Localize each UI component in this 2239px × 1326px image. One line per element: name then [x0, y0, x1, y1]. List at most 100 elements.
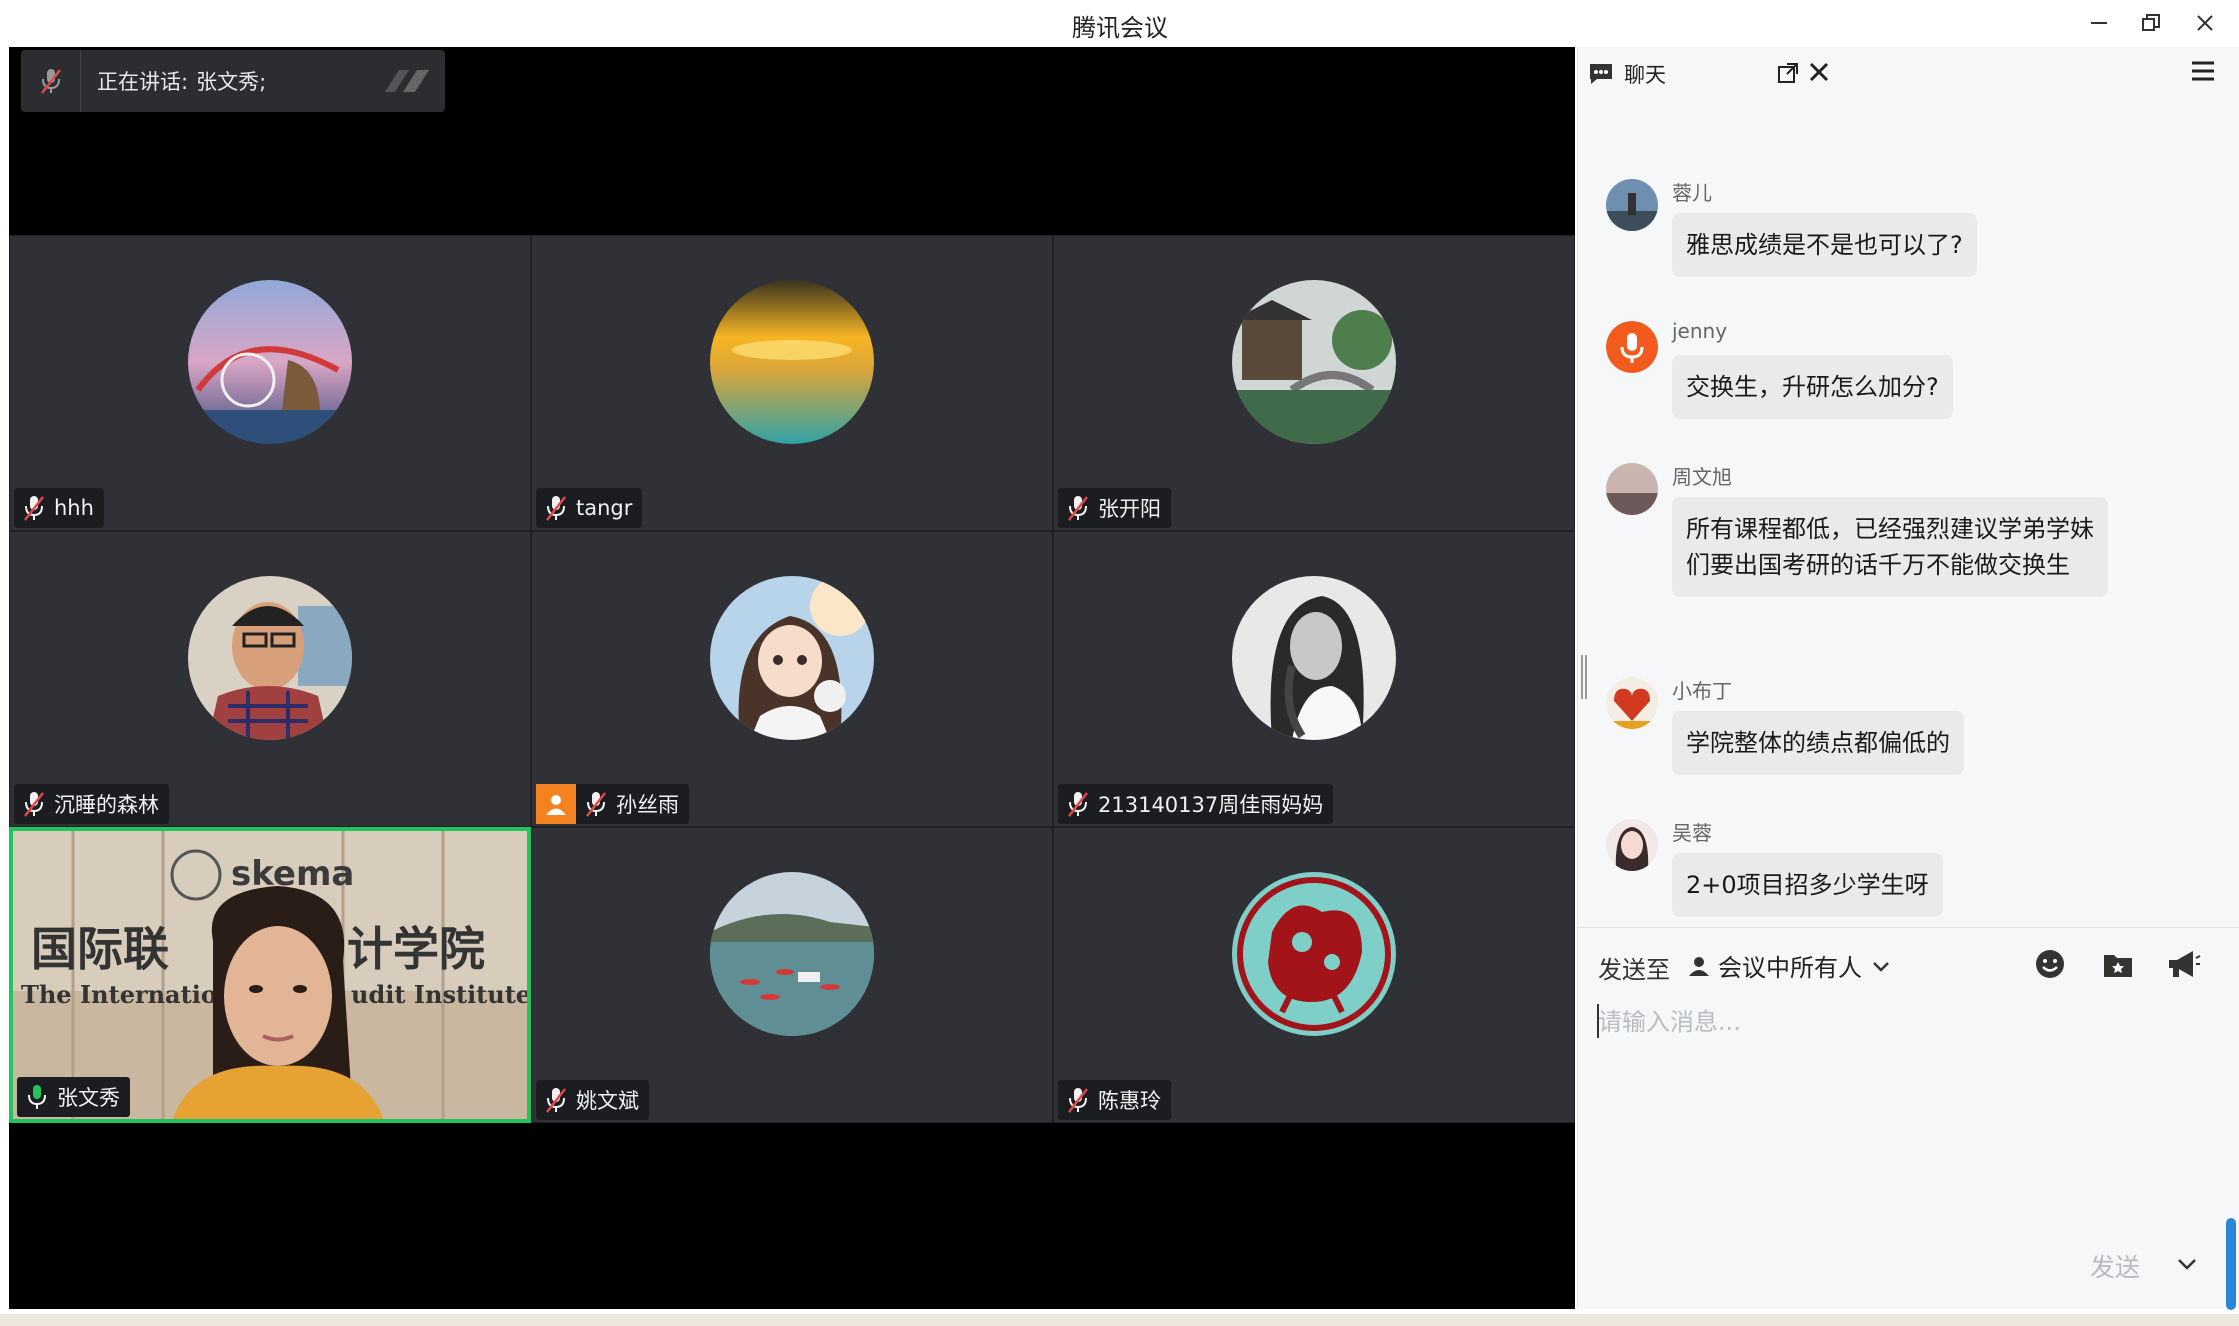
restore-icon — [2142, 14, 2160, 31]
participant-tile[interactable]: 孙丝雨 — [531, 531, 1053, 827]
message-sender: 蓉儿 — [1672, 181, 1712, 205]
participant-name: 张开阳 — [1098, 497, 1161, 521]
participant-name-tag: 张文秀 — [17, 1077, 130, 1117]
avatar — [710, 872, 874, 1036]
avatar — [1606, 179, 1658, 231]
taskbar-edge — [0, 1314, 2239, 1326]
muted-mic-icon — [546, 496, 566, 521]
participant-tile[interactable]: 张开阳 — [1053, 235, 1575, 531]
muted-mic-icon — [586, 792, 606, 817]
avatar — [1606, 463, 1658, 515]
participant-name: 沉睡的森林 — [54, 793, 159, 817]
close-window-button[interactable] — [2180, 4, 2230, 42]
mic-on-icon — [28, 1085, 46, 1109]
svg-text:udit Institute: udit Institute — [351, 980, 527, 1009]
hamburger-menu-icon — [2192, 61, 2214, 81]
participant-name: 姚文斌 — [576, 1089, 639, 1113]
message-sender: 周文旭 — [1672, 465, 1732, 489]
title-bar: 腾讯会议 — [0, 0, 2239, 47]
tab-chat[interactable]: 聊天 — [1588, 59, 1666, 89]
participant-name-tag: 孙丝雨 — [536, 784, 689, 824]
chevron-down-icon — [2178, 1259, 2196, 1270]
tencent-meeting-logo-icon — [385, 70, 429, 92]
message-sender: 小布丁 — [1672, 679, 1732, 703]
chat-message-list: 蓉儿 雅思成绩是不是也可以了? jenny 交换生，升研怎么加分? 周文旭 所有… — [1578, 127, 2239, 927]
svg-text:计学院: 计学院 — [347, 922, 485, 976]
emoji-button[interactable] — [2030, 944, 2070, 984]
close-icon — [1809, 62, 1829, 82]
participant-name-tag: 姚文斌 — [536, 1080, 649, 1120]
minimize-button[interactable] — [2074, 4, 2124, 42]
avatar — [1606, 819, 1658, 871]
avatar — [1606, 321, 1658, 373]
participant-tile[interactable]: tangr — [531, 235, 1053, 531]
chat-tab-label: 聊天 — [1624, 63, 1666, 87]
text-caret — [1597, 1004, 1599, 1038]
participant-name-tag: hhh — [14, 488, 104, 528]
speaking-label: 正在讲话: — [97, 70, 189, 94]
megaphone-icon — [2169, 951, 2201, 977]
participant-name-tag: 张开阳 — [1058, 488, 1171, 528]
active-speaker-tile[interactable]: skema 国际联 计学院 The Internatio udit Instit… — [9, 827, 531, 1123]
send-button[interactable]: 发送 — [2090, 1248, 2140, 1284]
message-bubble: 所有课程都低，已经强烈建议学弟学妹们要出国考研的话千万不能做交换生 — [1672, 497, 2108, 597]
participant-tile[interactable]: 陈惠玲 — [1053, 827, 1575, 1123]
participant-name: 张文秀 — [57, 1086, 120, 1110]
video-area: 正在讲话: 张文秀; hhh tangr 张开阳 沉睡的森林 孙丝雨 21314… — [9, 47, 1575, 1309]
emoji-icon — [2036, 950, 2064, 978]
close-chat-button[interactable] — [1808, 57, 1830, 90]
chat-composer: 发送至 会议中所有人 发送 — [1578, 927, 2239, 1310]
send-options-button[interactable] — [2176, 1254, 2198, 1278]
person-icon — [546, 795, 566, 815]
speaker-video: skema 国际联 计学院 The Internatio udit Instit… — [13, 831, 527, 1119]
recipient-selector[interactable]: 会议中所有人 — [1688, 948, 1900, 983]
popout-icon — [1778, 63, 1798, 83]
chat-bubble-icon — [1590, 64, 1612, 84]
avatar — [1232, 872, 1396, 1036]
participant-tile[interactable]: 沉睡的森林 — [9, 531, 531, 827]
participant-tile[interactable]: 213140137周佳雨妈妈 — [1053, 531, 1575, 827]
message-sender: jenny — [1672, 319, 1728, 343]
muted-mic-icon — [24, 496, 44, 521]
message-input[interactable] — [1598, 1000, 2198, 1044]
chat-panel: 聊天 蓉儿 雅思成绩是不是也可以了? jenny 交换生，升研怎么加分? 周文旭… — [1577, 47, 2239, 1310]
participant-name-tag: 213140137周佳雨妈妈 — [1058, 784, 1334, 824]
participant-name: 陈惠玲 — [1098, 1089, 1161, 1113]
close-icon — [2197, 15, 2213, 31]
folder-icon — [2104, 955, 2132, 977]
participant-name: tangr — [576, 496, 633, 520]
muted-mic-icon — [1068, 1088, 1088, 1113]
muted-mic-icon — [21, 50, 81, 112]
send-file-button[interactable] — [2098, 944, 2138, 984]
message-sender: 吴蓉 — [1672, 821, 1712, 845]
participant-grid: hhh tangr 张开阳 沉睡的森林 孙丝雨 213140137周佳雨妈妈 s… — [9, 235, 1575, 1123]
tencent-meeting-window: 腾讯会议 正在讲话: 张文秀; hhh tangr 张开阳 沉睡的森林 孙丝雨 … — [0, 0, 2239, 1326]
message-bubble: 学院整体的绩点都偏低的 — [1672, 711, 1964, 775]
popout-button[interactable] — [1776, 61, 1800, 89]
avatar — [1232, 280, 1396, 444]
svg-text:The Internatio: The Internatio — [21, 980, 217, 1009]
chat-header: 聊天 — [1578, 47, 2239, 103]
participant-name: hhh — [54, 496, 94, 520]
chat-menu-button[interactable] — [2190, 59, 2216, 87]
message-bubble: 交换生，升研怎么加分? — [1672, 355, 1953, 419]
send-to-label: 发送至 — [1598, 956, 1670, 984]
avatar — [710, 280, 874, 444]
muted-mic-icon — [546, 1088, 566, 1113]
minimize-icon — [2091, 22, 2107, 24]
recipient-value: 会议中所有人 — [1718, 954, 1862, 982]
participant-name: 213140137周佳雨妈妈 — [1098, 793, 1324, 817]
window-title: 腾讯会议 — [1072, 14, 1168, 42]
participant-tile[interactable]: 姚文斌 — [531, 827, 1053, 1123]
avatar — [710, 576, 874, 740]
avatar — [1606, 677, 1658, 729]
participant-name: 孙丝雨 — [616, 793, 679, 817]
muted-mic-icon — [1068, 792, 1088, 817]
announcement-button[interactable] — [2164, 944, 2204, 984]
avatar — [1232, 576, 1396, 740]
svg-text:国际联: 国际联 — [31, 922, 169, 976]
participant-tile[interactable]: hhh — [9, 235, 531, 531]
restore-button[interactable] — [2126, 4, 2176, 42]
scrollbar-thumb[interactable] — [2226, 1218, 2236, 1310]
message-bubble: 2+0项目招多少学生呀 — [1672, 853, 1943, 917]
